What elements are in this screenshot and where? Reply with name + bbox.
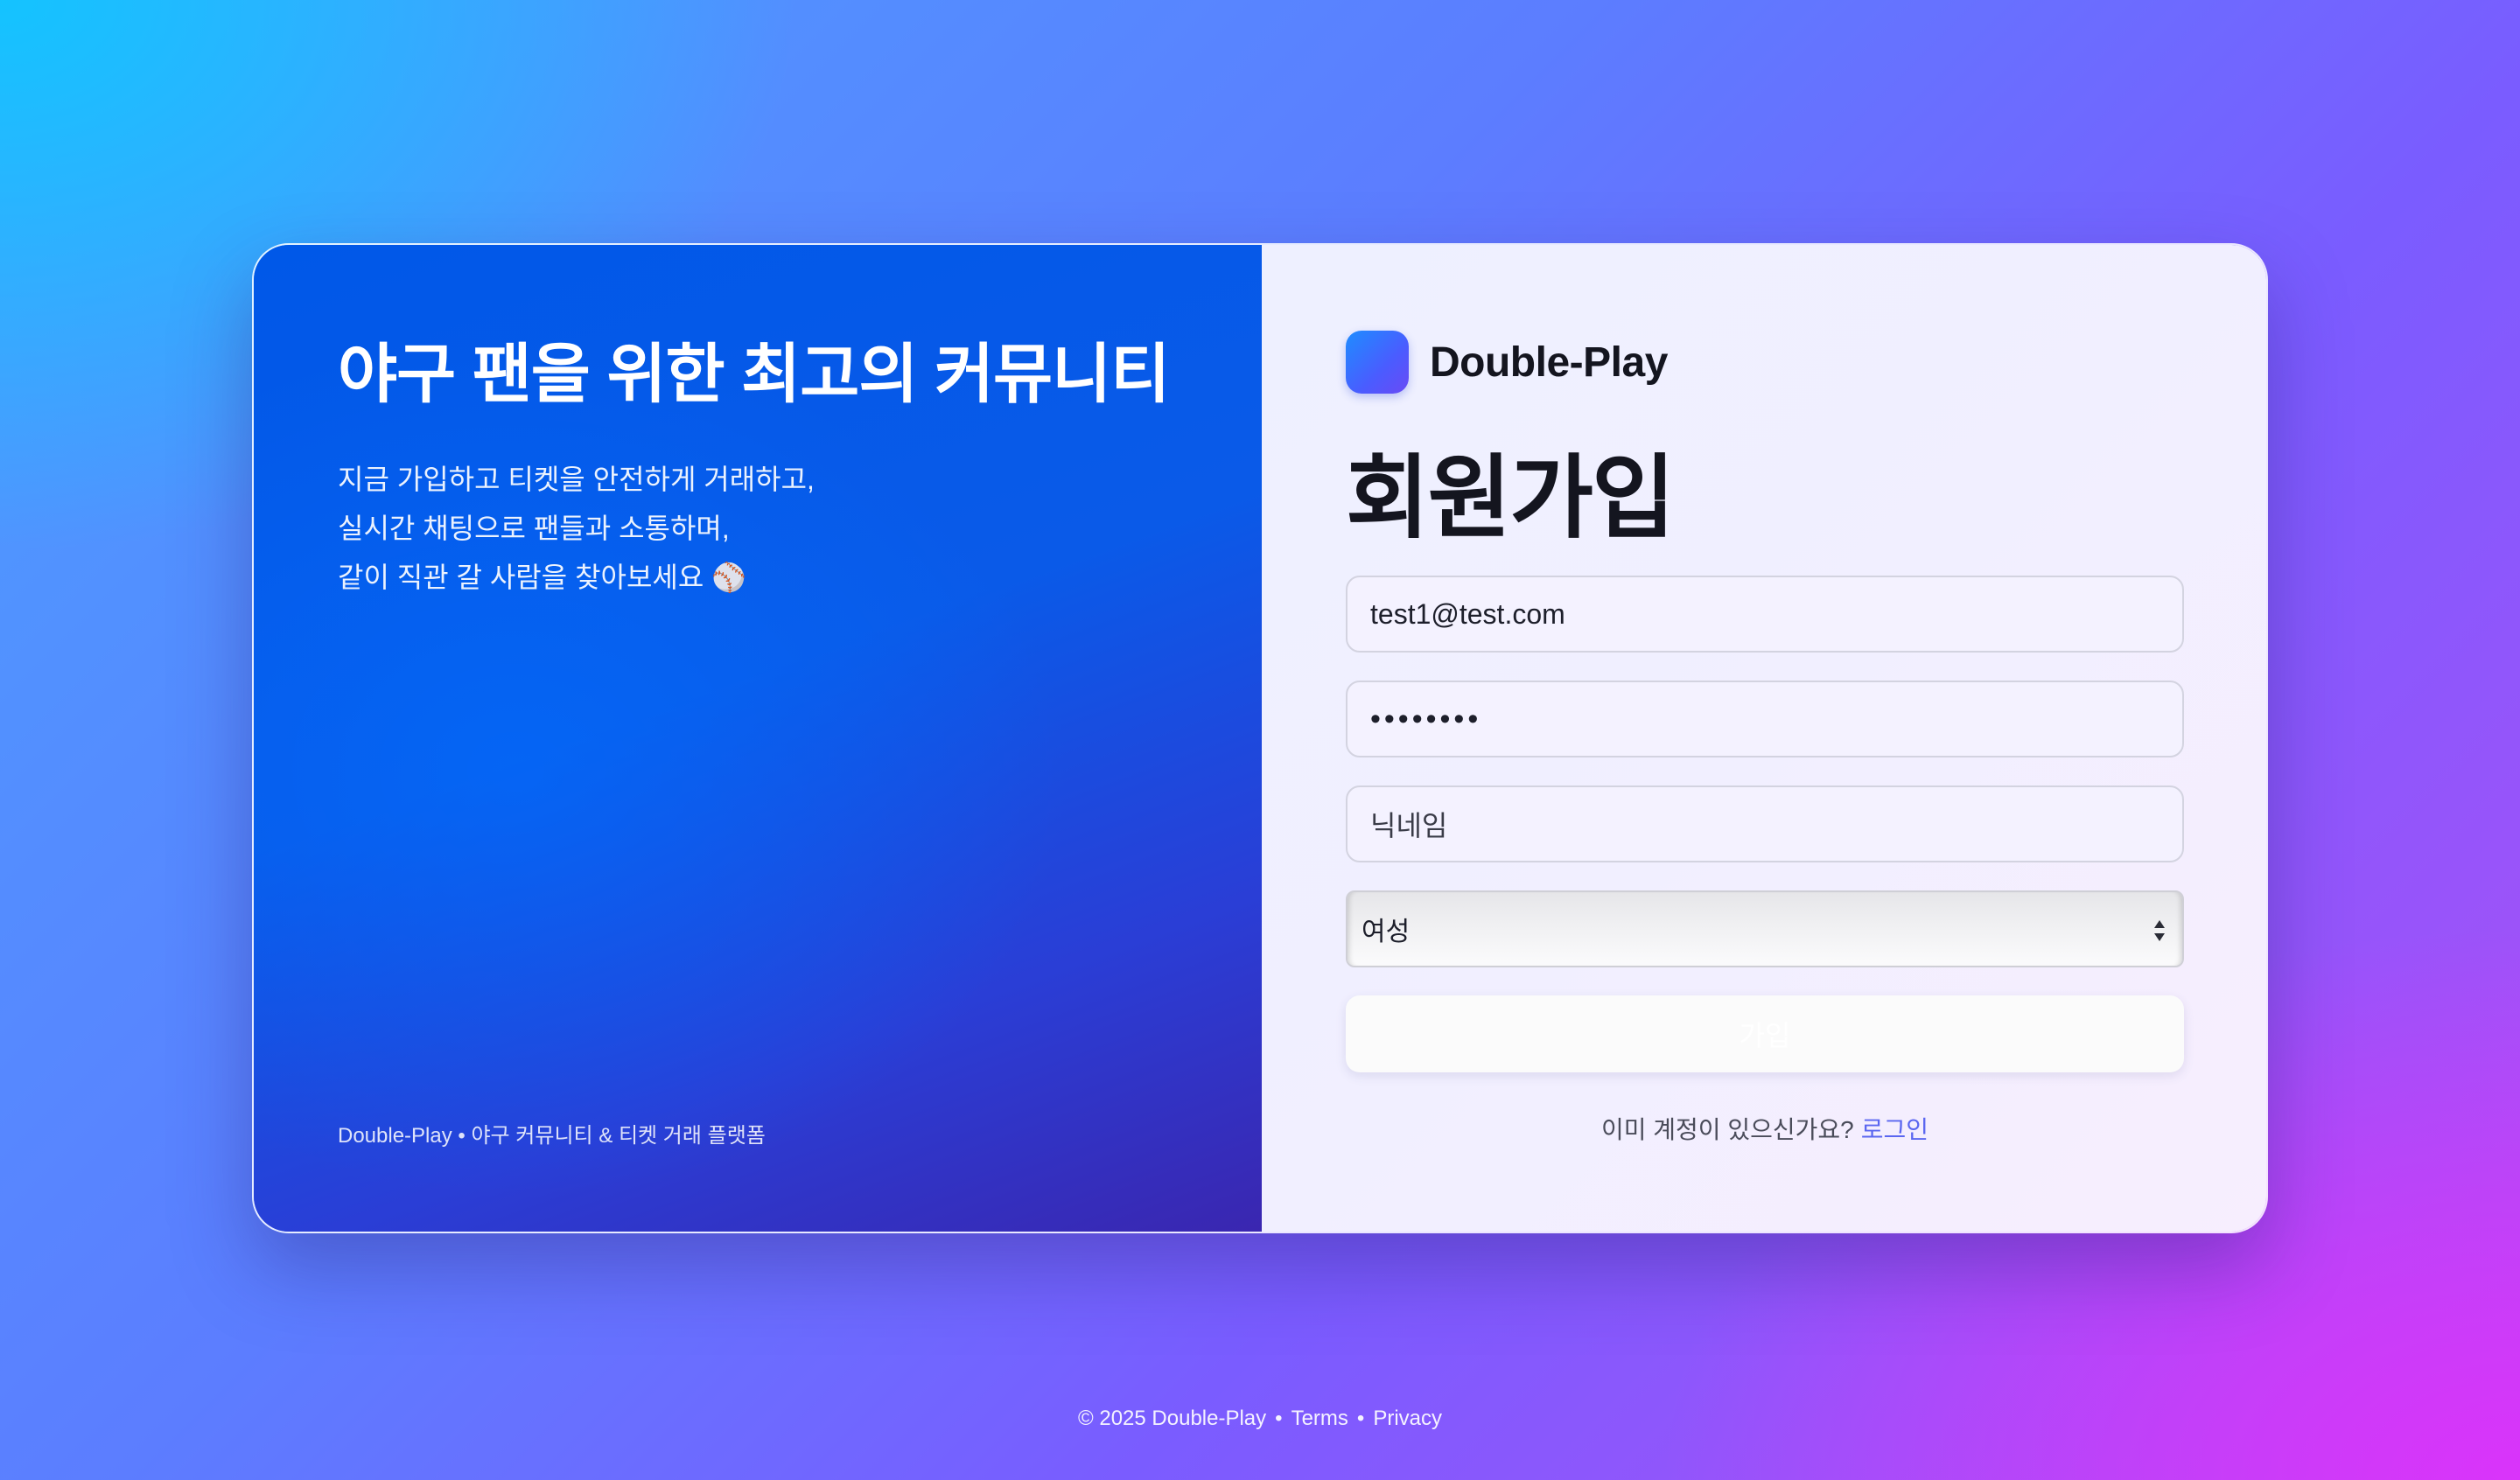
password-value: •••••••• — [1370, 702, 1482, 736]
up-down-arrows-icon — [2154, 920, 2165, 941]
brand-name: Double-Play — [1430, 339, 1668, 386]
signup-card: 야구 팬을 위한 최고의 커뮤니티 지금 가입하고 티켓을 안전하게 거래하고,… — [252, 243, 2268, 1233]
promo-headline: 야구 팬을 위한 최고의 커뮤니티 — [338, 338, 1170, 410]
footer-separator: • — [1356, 1407, 1365, 1430]
nickname-field[interactable]: 닉네임 — [1346, 785, 2184, 862]
nickname-placeholder: 닉네임 — [1370, 810, 1448, 841]
login-link[interactable]: 로그인 — [1861, 1116, 1928, 1143]
email-value: test1@test.com — [1370, 597, 1565, 630]
signup-button[interactable]: 가입 — [1346, 995, 2184, 1072]
page-title: 회원가입 — [1346, 448, 1676, 549]
promo-line-1: 지금 가입하고 티켓을 안전하게 거래하고, — [338, 464, 815, 495]
promo-footer-note: Double-Play • 야구 커뮤니티 & 티켓 거래 플랫폼 — [338, 1124, 766, 1148]
form-panel: Double-Play 회원가입 test1@test.com ••••••••… — [1262, 245, 2266, 1232]
promo-description: 지금 가입하고 티켓을 안전하게 거래하고, 실시간 채팅으로 팬들과 소통하며… — [338, 455, 815, 602]
terms-link[interactable]: Terms — [1292, 1407, 1348, 1430]
page-footer: © 2025 Double-Play • Terms • Privacy — [0, 1407, 2520, 1431]
promo-panel: 야구 팬을 위한 최고의 커뮤니티 지금 가입하고 티켓을 안전하게 거래하고,… — [254, 245, 1262, 1232]
gender-select[interactable]: 여성 — [1346, 890, 2184, 967]
email-field[interactable]: test1@test.com — [1346, 576, 2184, 653]
copyright-text: © 2025 Double-Play — [1078, 1407, 1267, 1430]
login-prompt-text: 이미 계정이 있으신가요? — [1600, 1116, 1854, 1143]
gender-selected-value: 여성 — [1362, 918, 1410, 946]
promo-line-2: 실시간 채팅으로 팬들과 소통하며, — [338, 513, 730, 544]
privacy-link[interactable]: Privacy — [1373, 1407, 1442, 1430]
brand: Double-Play — [1346, 331, 1668, 394]
promo-line-3: 같이 직관 갈 사람을 찾아보세요 ⚾ — [338, 562, 747, 593]
login-prompt: 이미 계정이 있으신가요? 로그인 — [1346, 1111, 2184, 1146]
password-field[interactable]: •••••••• — [1346, 681, 2184, 757]
double-play-logo-icon — [1346, 331, 1409, 394]
footer-separator: • — [1275, 1407, 1283, 1430]
